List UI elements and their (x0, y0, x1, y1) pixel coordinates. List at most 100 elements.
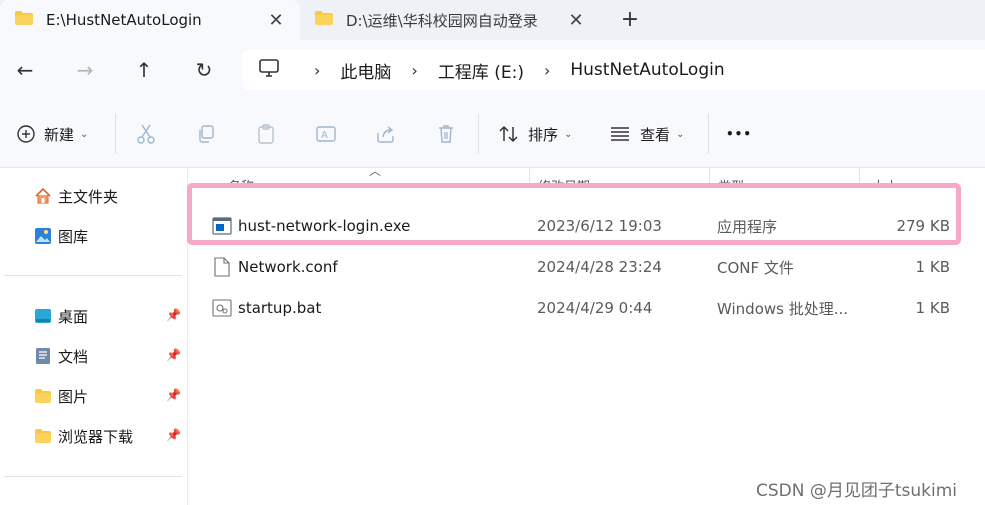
back-button[interactable]: ← (8, 54, 42, 86)
file-type: CONF 文件 (717, 258, 794, 277)
command-bar: 新建 ⌄ A 排序 ⌄ 查看 ⌄ ••• (0, 100, 985, 168)
sidebar-item-desktop[interactable]: 桌面 (34, 304, 88, 328)
pin-icon[interactable]: 📌 (166, 428, 181, 442)
delete-icon[interactable] (431, 120, 461, 148)
file-name: startup.bat (238, 299, 322, 317)
svg-text:A: A (321, 130, 328, 141)
toolbar-divider (478, 114, 479, 154)
navigation-bar: ← → ↑ ↻ › 此电脑 › 工程库 (E:) › HustNetAutoLo… (0, 40, 985, 100)
sort-icon (498, 124, 520, 144)
more-options-button[interactable]: ••• (726, 120, 752, 148)
view-button[interactable]: 查看 ⌄ (610, 120, 684, 148)
table-row[interactable]: startup.bat 2024/4/29 0:44 Windows 批处理..… (188, 288, 985, 328)
table-row[interactable]: hust-network-login.exe 2023/6/12 19:03 应… (188, 206, 985, 246)
breadcrumb-chevron-icon[interactable]: › (411, 61, 417, 80)
column-divider (859, 168, 860, 188)
tab-bar: E:\HustNetAutoLogin ✕ D:\运维\华科校园网自动登录 ✕ … (0, 0, 985, 40)
breadcrumb-chevron-icon[interactable]: › (314, 61, 320, 80)
sidebar-divider (4, 275, 182, 276)
folder-icon (34, 427, 52, 445)
add-circle-icon (16, 124, 36, 144)
chevron-down-icon: ⌄ (676, 128, 685, 140)
file-name: hust-network-login.exe (238, 217, 411, 235)
new-label: 新建 (44, 125, 75, 144)
column-header-size[interactable]: 大小 (872, 168, 932, 188)
address-bar[interactable]: › 此电脑 › 工程库 (E:) › HustNetAutoLogin (242, 50, 985, 90)
pin-icon[interactable]: 📌 (166, 308, 181, 322)
refresh-button[interactable]: ↻ (187, 54, 221, 86)
cut-icon[interactable] (131, 120, 161, 148)
pictures-folder-icon (34, 387, 52, 405)
breadcrumb-this-pc[interactable]: 此电脑 (340, 58, 391, 83)
sort-ascending-icon: ︿ (369, 164, 382, 178)
sidebar-label: 浏览器下载 (58, 427, 134, 446)
sidebar-item-documents[interactable]: 文档 (34, 344, 88, 368)
tab-campus-login[interactable]: D:\运维\华科校园网自动登录 ✕ (300, 0, 600, 40)
folder-icon (314, 10, 334, 30)
file-list: 名称 ︿ 修改日期 类型 大小 hust-network-login.exe 2… (187, 164, 985, 505)
toolbar-divider (708, 114, 709, 154)
share-icon[interactable] (371, 120, 401, 148)
documents-folder-icon (34, 347, 52, 365)
file-size: 1 KB (915, 258, 950, 276)
copy-icon[interactable] (191, 120, 221, 148)
sidebar-item-gallery[interactable]: 图库 (34, 224, 88, 248)
file-size: 279 KB (896, 217, 950, 235)
forward-button[interactable]: → (68, 54, 102, 86)
pin-icon[interactable]: 📌 (166, 348, 181, 362)
breadcrumb-chevron-icon[interactable]: › (544, 61, 550, 80)
sidebar-item-pictures[interactable]: 图片 (34, 384, 88, 408)
sidebar-label: 文档 (58, 347, 89, 366)
column-header-name[interactable]: 名称 (228, 168, 368, 188)
breadcrumb-current-folder[interactable]: HustNetAutoLogin (570, 60, 724, 80)
tab-title: E:\HustNetAutoLogin (46, 11, 202, 29)
sidebar-label: 图库 (58, 227, 89, 246)
file-date: 2023/6/12 19:03 (537, 217, 662, 235)
tab-hustnetautologin[interactable]: E:\HustNetAutoLogin ✕ (0, 0, 300, 40)
column-header-type[interactable]: 类型 (718, 168, 798, 188)
sort-label: 排序 (528, 125, 559, 144)
chevron-down-icon: ⌄ (564, 128, 573, 140)
file-size: 1 KB (915, 299, 950, 317)
view-list-icon (610, 126, 630, 142)
new-tab-button[interactable]: + (616, 6, 644, 34)
file-date: 2024/4/29 0:44 (537, 299, 653, 317)
view-label: 查看 (640, 125, 671, 144)
sidebar-label: 主文件夹 (58, 187, 119, 206)
watermark: CSDN @月见团子tsukimi (756, 481, 958, 501)
column-divider (709, 168, 710, 188)
up-button[interactable]: ↑ (127, 54, 161, 86)
folder-icon (14, 10, 34, 30)
file-type: Windows 批处理... (717, 299, 849, 318)
file-type: 应用程序 (717, 217, 778, 236)
navigation-pane: 主文件夹 图库 桌面 📌 文档 📌 图片 📌 浏览器下载 📌 (0, 168, 188, 505)
tab-title: D:\运维\华科校园网自动登录 (346, 11, 538, 30)
desktop-folder-icon (34, 307, 52, 325)
sidebar-label: 图片 (58, 387, 89, 406)
file-name: Network.conf (238, 258, 338, 276)
close-tab-icon[interactable]: ✕ (262, 10, 290, 31)
pin-icon[interactable]: 📌 (166, 388, 181, 402)
rename-icon[interactable]: A (311, 120, 341, 148)
toolbar-divider (115, 114, 116, 154)
chevron-down-icon: ⌄ (80, 128, 89, 140)
sidebar-divider (4, 476, 182, 477)
exe-file-icon (212, 216, 232, 236)
column-divider (529, 168, 530, 188)
file-date: 2024/4/28 23:24 (537, 258, 662, 276)
sidebar-item-home[interactable]: 主文件夹 (34, 184, 118, 208)
new-button[interactable]: 新建 ⌄ (16, 120, 88, 148)
gallery-icon (34, 227, 52, 245)
table-row[interactable]: Network.conf 2024/4/28 23:24 CONF 文件 1 K… (188, 247, 985, 287)
sidebar-item-browser-downloads[interactable]: 浏览器下载 (34, 424, 133, 448)
this-pc-icon[interactable] (258, 58, 280, 83)
breadcrumb-drive-e[interactable]: 工程库 (E:) (438, 58, 524, 83)
generic-file-icon (212, 257, 232, 277)
paste-icon[interactable] (251, 120, 281, 148)
sort-button[interactable]: 排序 ⌄ (498, 120, 572, 148)
sidebar-label: 桌面 (58, 307, 89, 326)
home-icon (34, 187, 52, 205)
batch-file-icon (212, 298, 232, 318)
column-header-date[interactable]: 修改日期 (538, 168, 658, 188)
close-tab-icon[interactable]: ✕ (562, 10, 590, 31)
